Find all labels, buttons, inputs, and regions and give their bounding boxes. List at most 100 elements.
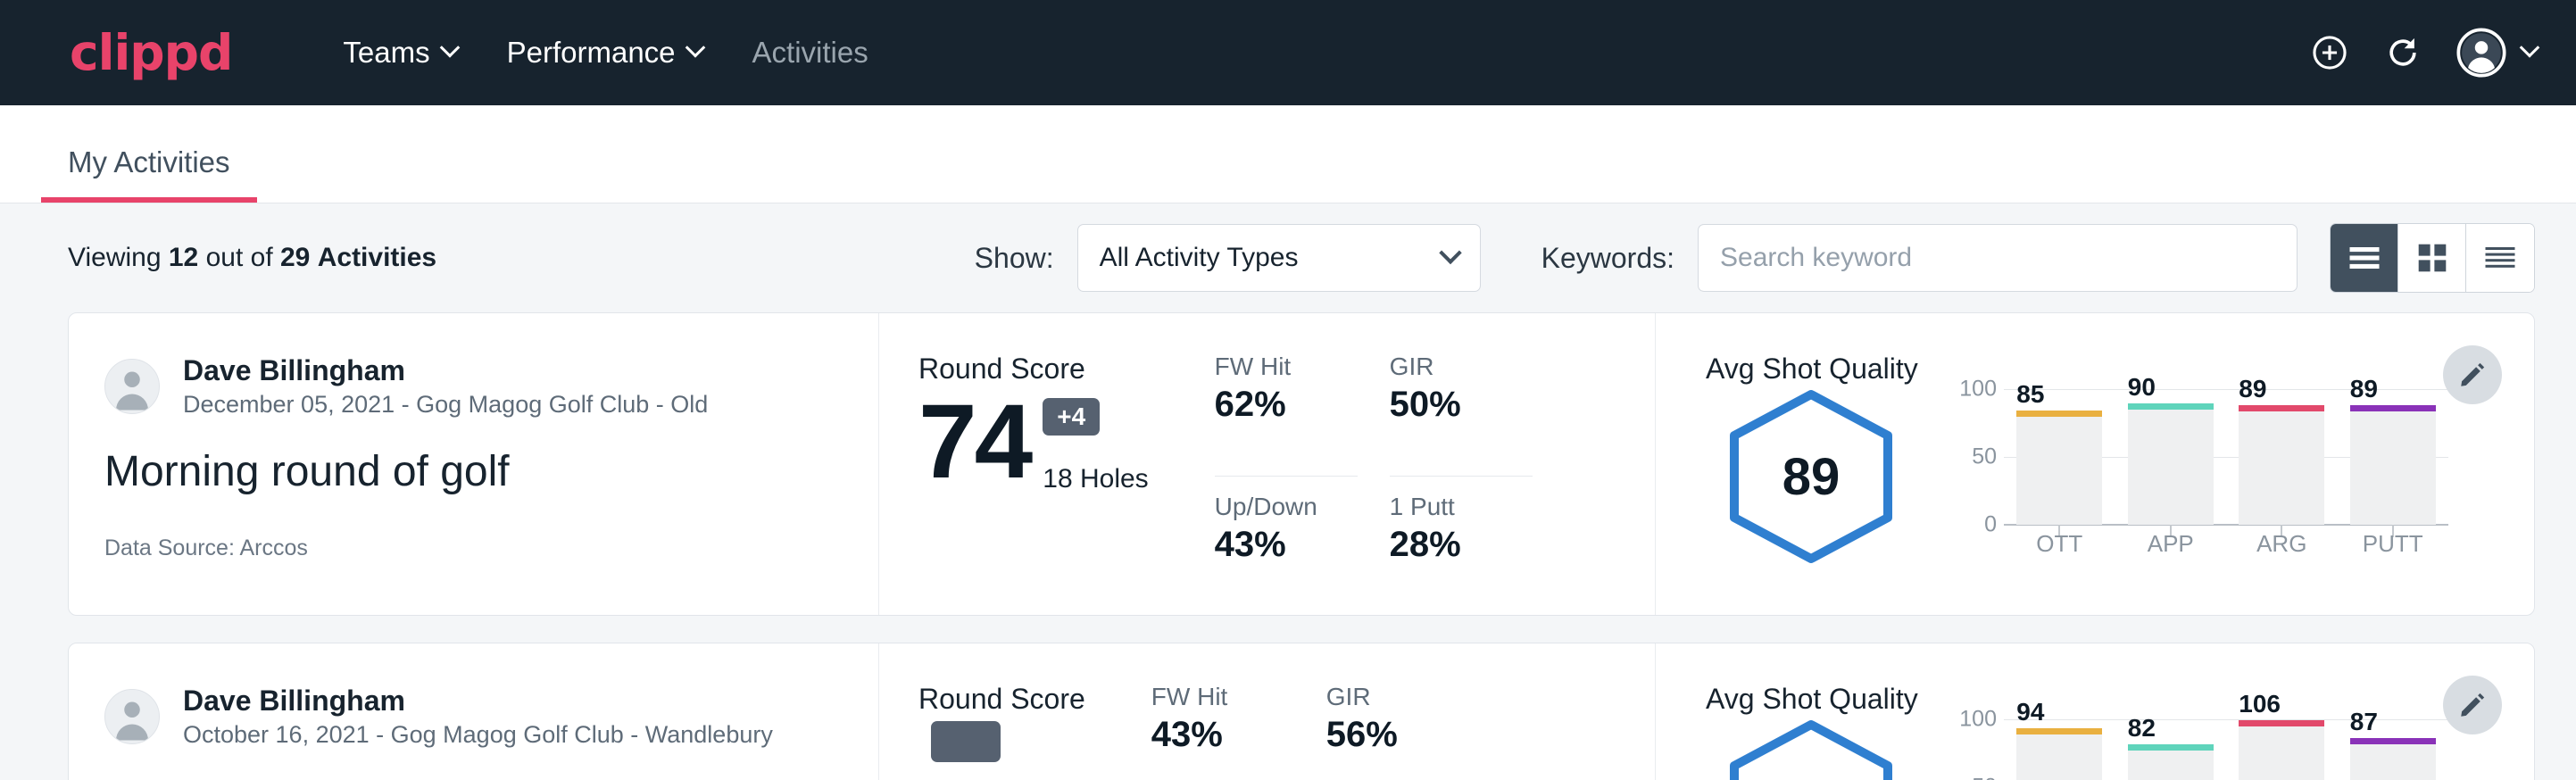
chart-x-label: APP [2115, 530, 2227, 558]
refresh-icon[interactable] [2383, 33, 2422, 72]
filter-controls: Show: All Activity Types Keywords: [975, 223, 2535, 293]
viewing-prefix: Viewing [68, 243, 162, 272]
stat-gir: GIR 56% [1326, 683, 1469, 780]
account-menu[interactable] [2456, 28, 2537, 78]
chart-bar: 90 [2128, 403, 2214, 525]
nav-item-teams[interactable]: Teams [318, 36, 481, 70]
plus-circle-icon[interactable] [2310, 33, 2349, 72]
page-content: Viewing 12 out of 29 Activities Show: Al… [0, 203, 2576, 780]
activity-card-list: Dave Billingham December 05, 2021 - Gog … [0, 312, 2576, 780]
chart-bar-column: 87 [2338, 719, 2449, 780]
activity-type-select-value: All Activity Types [1100, 243, 1299, 273]
stat-value: 43% [1151, 715, 1294, 755]
y-tick-50: 50 [1972, 775, 1997, 780]
stat-up-down: Up/Down 43% [1215, 493, 1358, 616]
chart-bar-value: 90 [2128, 373, 2156, 402]
stat-fw-hit: FW Hit 62% [1215, 353, 1358, 477]
avg-shot-quality-hexagon [1722, 719, 1900, 780]
keywords-label: Keywords: [1541, 242, 1674, 275]
chart-bar-column: 82 [2115, 719, 2227, 780]
stat-label: 1 Putt [1390, 493, 1533, 521]
chart-bar-value: 106 [2239, 690, 2281, 718]
score-differential-badge [931, 721, 1001, 762]
activity-card-summary: Dave Billingham December 05, 2021 - Gog … [69, 313, 879, 615]
activity-author: Dave Billingham October 16, 2021 - Gog M… [104, 683, 843, 751]
chevron-down-icon [2520, 37, 2540, 58]
y-tick-0: 0 [1984, 512, 1997, 538]
avg-shot-quality-value [1722, 719, 1900, 780]
activity-type-select[interactable]: All Activity Types [1077, 224, 1481, 292]
round-score-value: 74 [918, 391, 1030, 494]
chart-plot-area: 85908989 [2004, 389, 2448, 525]
chart-bar-column: 89 [2338, 389, 2449, 525]
edit-activity-button[interactable] [2443, 676, 2502, 734]
stat-label: FW Hit [1215, 353, 1358, 381]
grid-view-icon[interactable] [2398, 224, 2466, 292]
chart-bar: 89 [2350, 405, 2436, 525]
chart-bar-value: 82 [2128, 714, 2156, 743]
chart-bar: 82 [2128, 744, 2214, 780]
nav-item-activities[interactable]: Activities [727, 36, 893, 70]
chart-bar-value: 85 [2016, 380, 2044, 409]
chart-bar-cap [2128, 744, 2214, 751]
pencil-icon [2457, 690, 2488, 720]
avatar [104, 689, 160, 744]
search-input-wrapper[interactable] [1698, 224, 2298, 292]
chart-x-labels: OTTAPPARGPUTT [2004, 530, 2448, 558]
chart-plot-area: 948210687 [2004, 719, 2448, 780]
chart-bar: 87 [2350, 738, 2436, 780]
activity-card-quality: Avg Shot Quality 89 100 50 0 [1656, 313, 2534, 615]
round-score-row: 74 +4 18 Holes [918, 391, 1149, 494]
activity-data-source: Data Source: Arccos [104, 535, 843, 561]
chart-x-label: PUTT [2338, 530, 2449, 558]
chevron-down-icon [439, 37, 460, 58]
avg-shot-quality-value: 89 [1722, 389, 1900, 564]
chart-bar: 89 [2239, 405, 2324, 525]
chart-bar: 94 [2016, 728, 2102, 780]
y-tick-50: 50 [1972, 444, 1997, 470]
chart-bar-column: 89 [2226, 389, 2338, 525]
chart-bar-value: 89 [2239, 375, 2266, 403]
chevron-down-icon [1439, 242, 1461, 264]
chart-bar: 85 [2016, 411, 2102, 525]
tab-my-activities[interactable]: My Activities [41, 145, 257, 203]
stat-fw-hit: FW Hit 43% [1151, 683, 1294, 780]
round-score-row [918, 721, 1085, 780]
chart-x-label: OTT [2004, 530, 2115, 558]
edit-activity-button[interactable] [2443, 345, 2502, 404]
avg-shot-quality-label: Avg Shot Quality [1706, 353, 2534, 386]
stat-one-putt: 1 Putt 28% [1390, 493, 1533, 616]
round-score-label: Round Score [918, 353, 1149, 386]
stat-value: 28% [1390, 525, 1533, 565]
viewing-summary: Viewing 12 out of 29 Activities [68, 243, 436, 273]
chart-bar-value: 94 [2016, 698, 2044, 726]
y-tick-100: 100 [1959, 377, 1997, 402]
chart-bars: 948210687 [2004, 719, 2448, 780]
activity-card-summary: Dave Billingham October 16, 2021 - Gog M… [69, 643, 879, 780]
activity-card[interactable]: Dave Billingham December 05, 2021 - Gog … [68, 312, 2535, 616]
stat-value: 56% [1326, 715, 1469, 755]
compact-view-icon[interactable] [2466, 224, 2534, 292]
list-view-icon[interactable] [2331, 224, 2398, 292]
search-input[interactable] [1720, 243, 2275, 273]
viewing-count: 12 [169, 243, 198, 272]
chart-y-axis: 100 50 0 [1949, 719, 2004, 780]
activity-card[interactable]: Dave Billingham October 16, 2021 - Gog M… [68, 643, 2535, 780]
player-name: Dave Billingham [183, 353, 708, 388]
chart-bar-value: 87 [2350, 708, 2378, 736]
avg-shot-quality-label: Avg Shot Quality [1706, 683, 2534, 716]
nav-item-performance[interactable]: Performance [482, 36, 727, 70]
holes-played: 18 Holes [1043, 464, 1148, 494]
clippd-logo[interactable]: clippd [70, 29, 232, 78]
chart-bar-value: 89 [2350, 375, 2378, 403]
viewing-suffix: Activities [318, 243, 436, 272]
nav-item-activities-label: Activities [752, 36, 868, 70]
tab-strip: My Activities [0, 105, 2576, 203]
viewing-middle: out of [206, 243, 273, 272]
chart-bar-cap [2128, 403, 2214, 410]
chart-bar-column: 90 [2115, 389, 2227, 525]
avatar [104, 359, 160, 414]
viewing-total: 29 [280, 243, 310, 272]
view-mode-toggle [2330, 223, 2535, 293]
account-avatar-icon [2456, 28, 2506, 78]
